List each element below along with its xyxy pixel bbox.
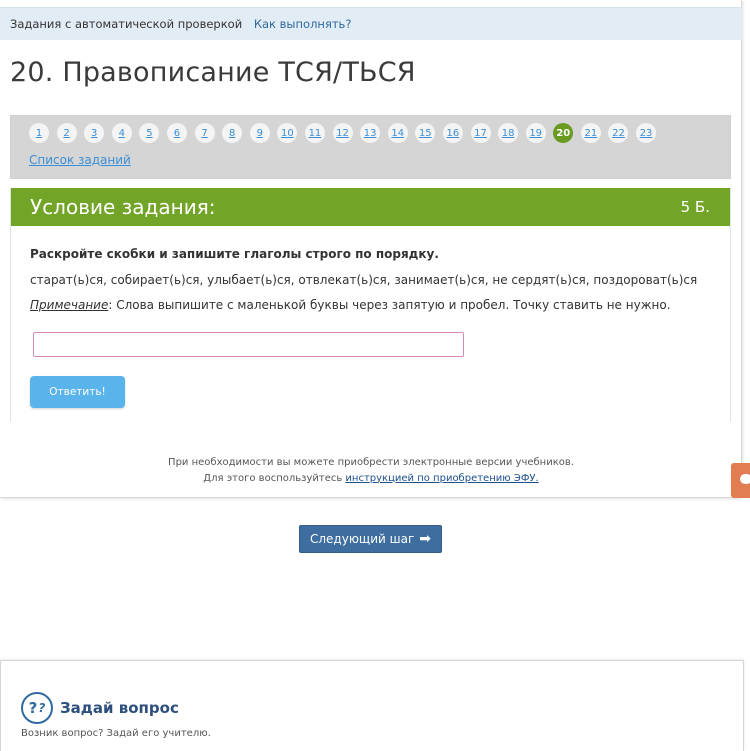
task-number-21[interactable]: 21 [580, 123, 601, 143]
ebook-notice-prefix: Для этого воспользуйтесь [203, 472, 346, 484]
ebook-notice: При необходимости вы можете приобрести э… [0, 455, 742, 486]
task-number-5[interactable]: 5 [139, 123, 160, 143]
page-title: 20. Правописание ТСЯ/ТЬСЯ [10, 57, 416, 88]
ebook-notice-line2: Для этого воспользуйтесь инструкцией по … [0, 471, 742, 487]
breadcrumb-section[interactable]: Задания с автоматической проверкой [10, 17, 242, 31]
task-number-19[interactable]: 19 [525, 123, 546, 143]
points-badge: 5 Б. [680, 198, 710, 216]
task-words: старат(ь)ся, собирает(ь)ся, улыбает(ь)ся… [30, 273, 698, 287]
task-number-6[interactable]: 6 [166, 123, 187, 143]
task-number-13[interactable]: 13 [360, 123, 381, 143]
task-number-10[interactable]: 10 [277, 123, 298, 143]
ask-question-subtitle: Возник вопрос? Задай его учителю. [21, 728, 211, 739]
task-number-20[interactable]: 20 [553, 123, 574, 143]
task-number-11[interactable]: 11 [304, 123, 325, 143]
question-mark: ? [28, 699, 38, 717]
task-number-12[interactable]: 12 [332, 123, 353, 143]
breadcrumb: Задания с автоматической проверкой Как в… [0, 7, 742, 40]
condition-title: Условие задания: [30, 195, 216, 219]
question-mark-small: ? [38, 701, 46, 715]
arrow-right-icon: ➡ [419, 531, 432, 547]
task-instruction: Раскройте скобки и запишите глаголы стро… [30, 247, 439, 261]
condition-header: Условие задания: 5 Б. [11, 188, 730, 226]
ask-question-panel: ?? Задай вопрос Возник вопрос? Задай его… [0, 660, 744, 751]
task-number-22[interactable]: 22 [608, 123, 629, 143]
task-number-17[interactable]: 17 [470, 123, 491, 143]
task-number-4[interactable]: 4 [111, 123, 132, 143]
task-number-18[interactable]: 18 [498, 123, 519, 143]
task-number-8[interactable]: 8 [222, 123, 243, 143]
task-note: Примечание: Слова выпишите с маленькой б… [30, 298, 671, 312]
ebook-notice-line1: При необходимости вы можете приобрести э… [168, 457, 574, 468]
task-number-3[interactable]: 3 [84, 123, 105, 143]
task-number-2[interactable]: 2 [56, 123, 77, 143]
next-step-button[interactable]: Следующий шаг ➡ [299, 525, 442, 553]
task-number-14[interactable]: 14 [387, 123, 408, 143]
question-circle-icon[interactable]: ?? [21, 692, 53, 724]
task-card: Задания с автоматической проверкой Как в… [0, 0, 742, 498]
task-list-link[interactable]: Список заданий [29, 153, 131, 167]
breadcrumb-how-to-link[interactable]: Как выполнять? [254, 17, 352, 31]
next-step-label: Следующий шаг [309, 532, 415, 546]
ask-question-title[interactable]: Задай вопрос [60, 699, 179, 717]
chat-bubble-icon [740, 474, 750, 484]
note-label: Примечание [30, 298, 109, 312]
task-number-23[interactable]: 23 [636, 123, 657, 143]
task-number-15[interactable]: 15 [415, 123, 436, 143]
task-number-1[interactable]: 1 [29, 123, 49, 143]
ebook-instructions-link[interactable]: инструкцией по приобретению ЭФУ. [345, 473, 538, 484]
feedback-side-tab[interactable] [731, 463, 750, 498]
task-navigation: 1 2 3 4 5 6 7 8 9 10 11 12 13 14 15 16 17 18 19 20 21 22 23 Сп… [10, 115, 731, 179]
task-number-16[interactable]: 16 [442, 123, 463, 143]
task-number-7[interactable]: 7 [194, 123, 215, 143]
task-number-list: 1 2 3 4 5 6 7 8 9 10 11 12 13 14 15 16 17 18 19 20 21 22 23 [29, 123, 664, 143]
task-number-9[interactable]: 9 [249, 123, 270, 143]
note-text: : Слова выпишите с маленькой буквы через… [108, 298, 671, 312]
condition-panel: Условие задания: 5 Б. Раскройте скобки и… [10, 188, 731, 422]
answer-input[interactable] [33, 332, 464, 357]
submit-button[interactable]: Ответить! [30, 376, 125, 408]
